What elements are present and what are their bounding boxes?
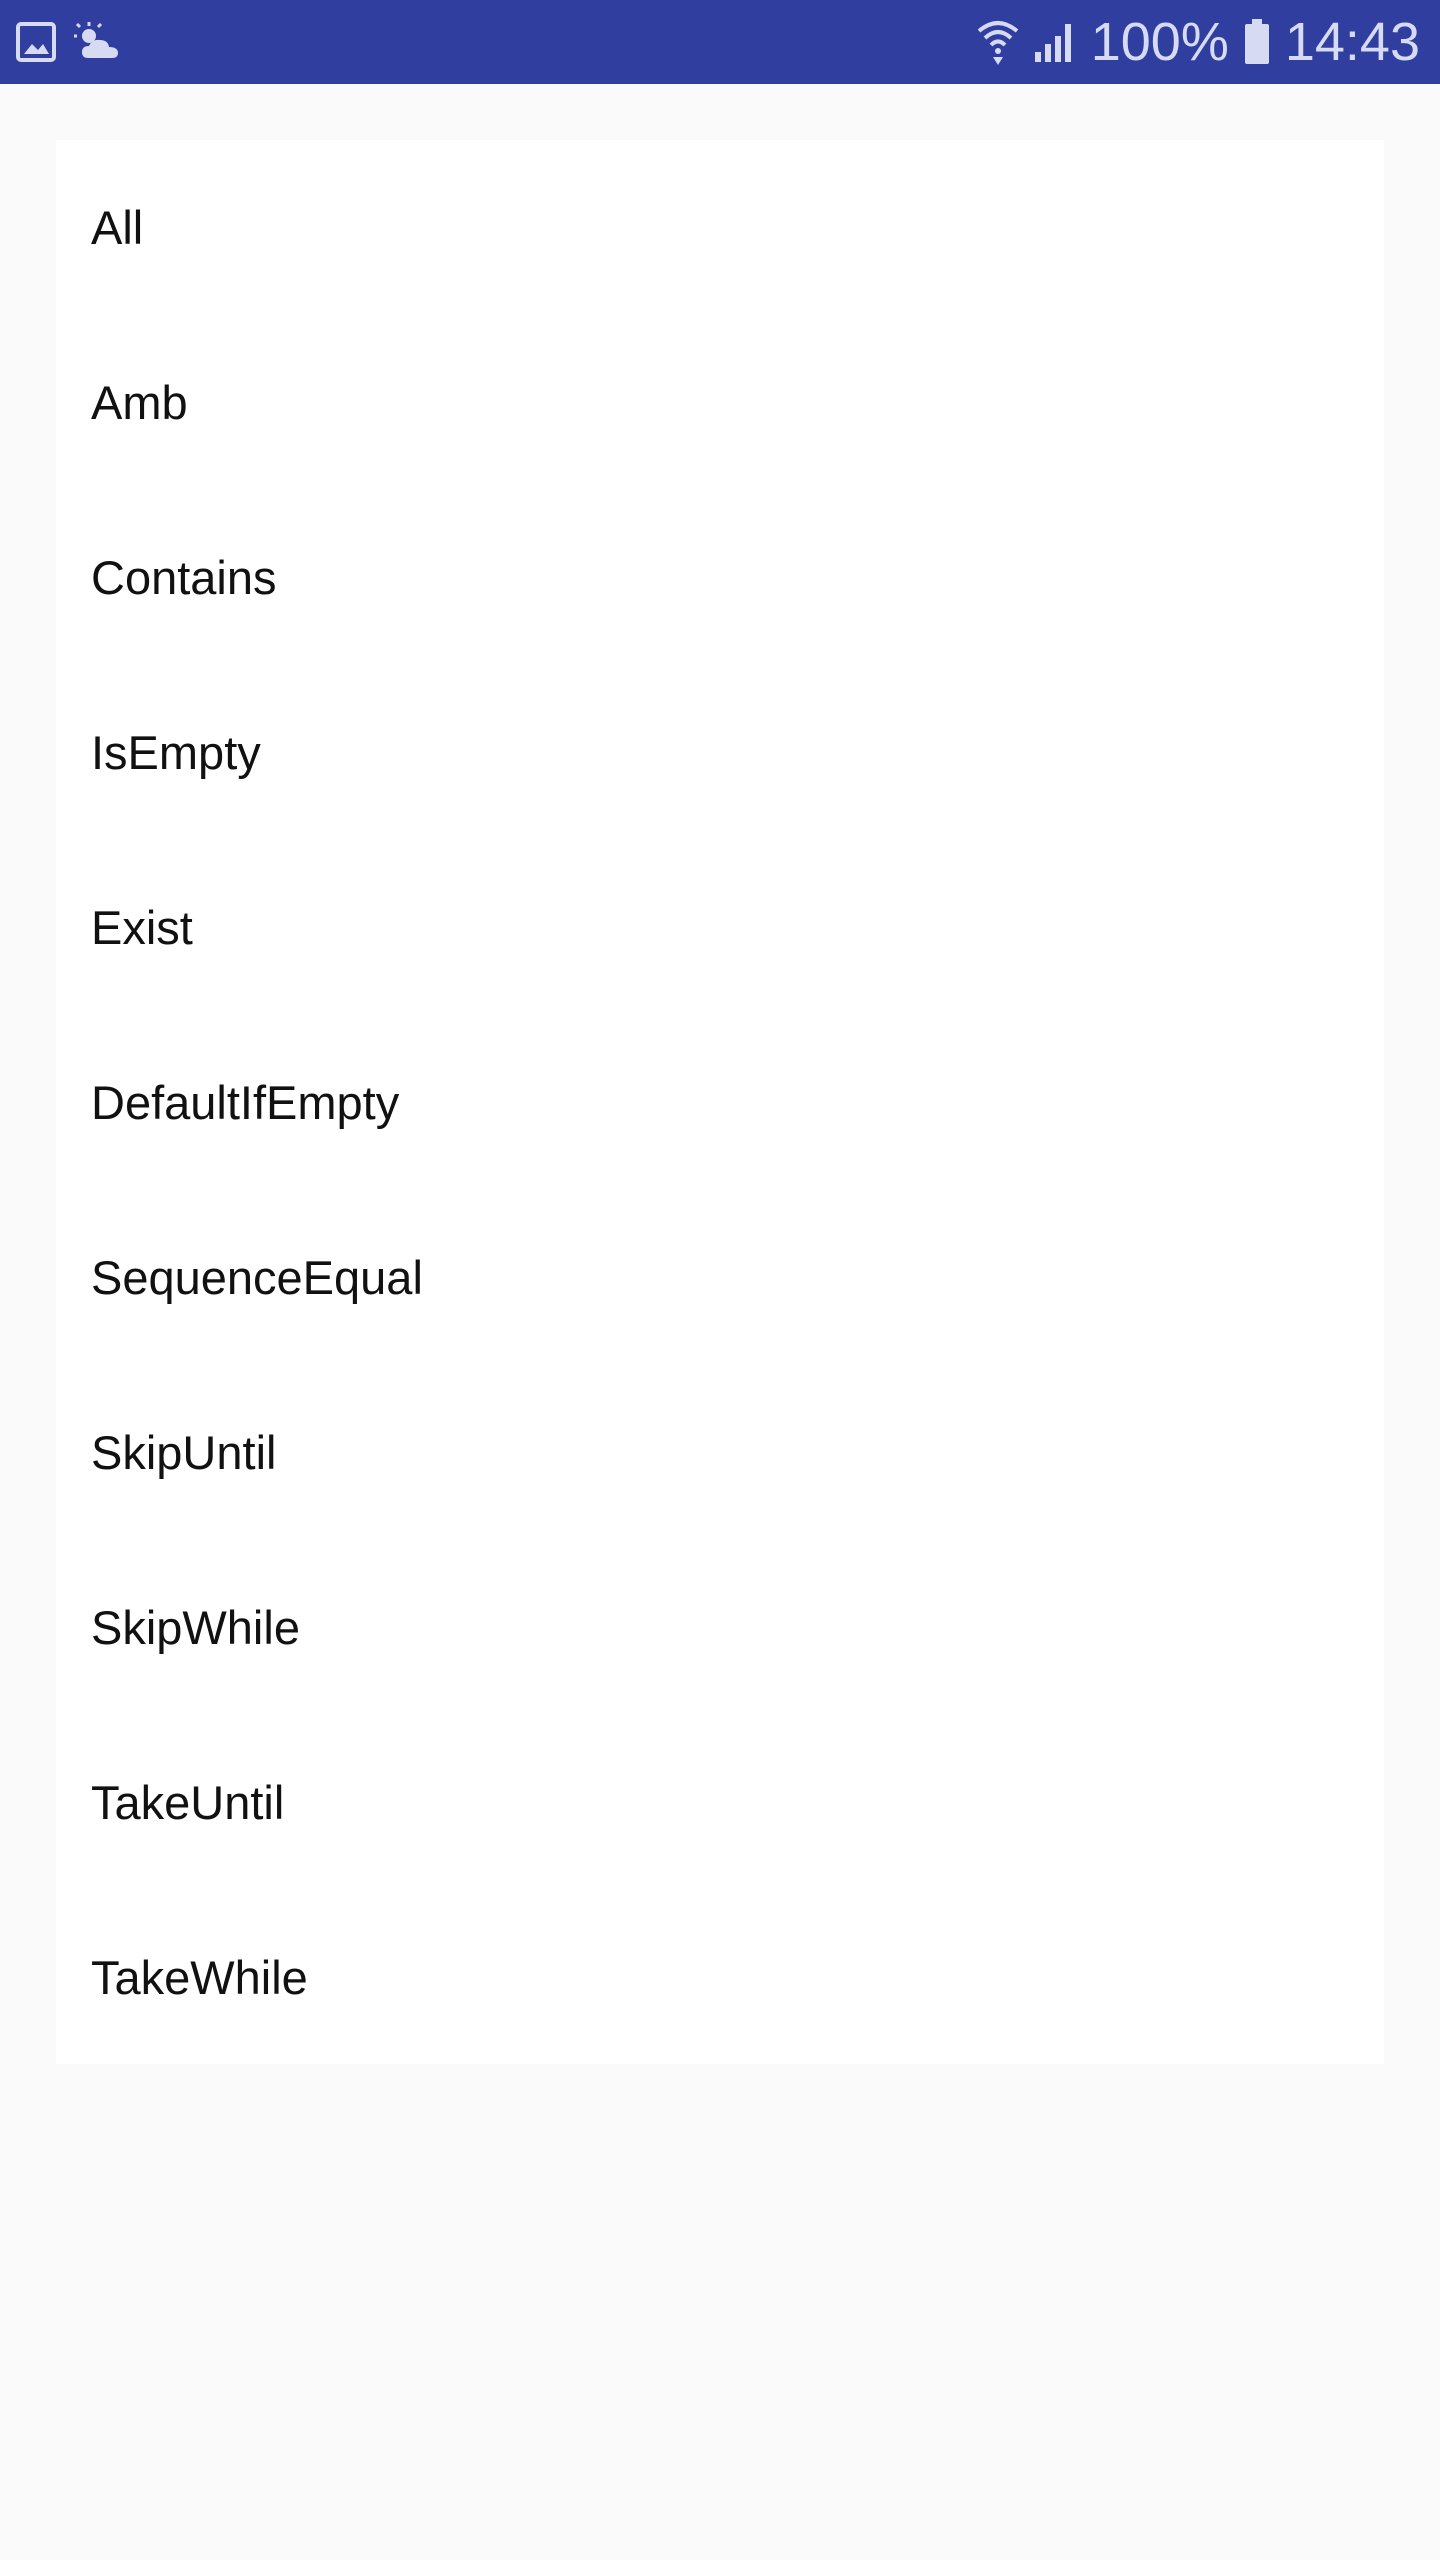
- list-item[interactable]: IsEmpty: [56, 665, 1384, 840]
- list-item-label: Amb: [91, 376, 188, 429]
- list-item[interactable]: Contains: [56, 490, 1384, 665]
- list-item-label: TakeUntil: [91, 1776, 285, 1829]
- signal-icon: [1033, 20, 1077, 64]
- weather-icon: [74, 22, 120, 62]
- battery-icon: [1243, 19, 1271, 65]
- list-item[interactable]: All: [56, 140, 1384, 315]
- list-item-label: SequenceEqual: [91, 1251, 423, 1304]
- list-item-label: All: [91, 201, 144, 254]
- image-notification-icon: [16, 22, 56, 62]
- battery-percentage: 100%: [1090, 12, 1229, 72]
- list-item[interactable]: DefaultIfEmpty: [56, 1015, 1384, 1190]
- operator-list: All Amb Contains IsEmpty Exist DefaultIf…: [56, 140, 1384, 2064]
- list-item-label: DefaultIfEmpty: [91, 1076, 400, 1129]
- list-item-label: IsEmpty: [91, 726, 261, 779]
- status-bar-left: [16, 0, 120, 84]
- clock: 14:43: [1284, 12, 1420, 72]
- list-item-label: TakeWhile: [91, 1951, 308, 2004]
- status-bar: 100% 14:43: [0, 0, 1440, 84]
- status-bar-right: 100% 14:43: [977, 0, 1420, 84]
- list-item-label: SkipUntil: [91, 1426, 277, 1479]
- list-item-label: Exist: [91, 901, 193, 954]
- list-item[interactable]: TakeWhile: [56, 1890, 1384, 2065]
- list-item[interactable]: SkipUntil: [56, 1365, 1384, 1540]
- list-item-label: Contains: [91, 551, 277, 604]
- list-item[interactable]: Amb: [56, 315, 1384, 490]
- list-item[interactable]: TakeUntil: [56, 1715, 1384, 1890]
- list-item[interactable]: SequenceEqual: [56, 1190, 1384, 1365]
- list-item-label: SkipWhile: [91, 1601, 300, 1654]
- wifi-icon: [977, 17, 1019, 67]
- list-item[interactable]: SkipWhile: [56, 1540, 1384, 1715]
- list-item[interactable]: Exist: [56, 840, 1384, 1015]
